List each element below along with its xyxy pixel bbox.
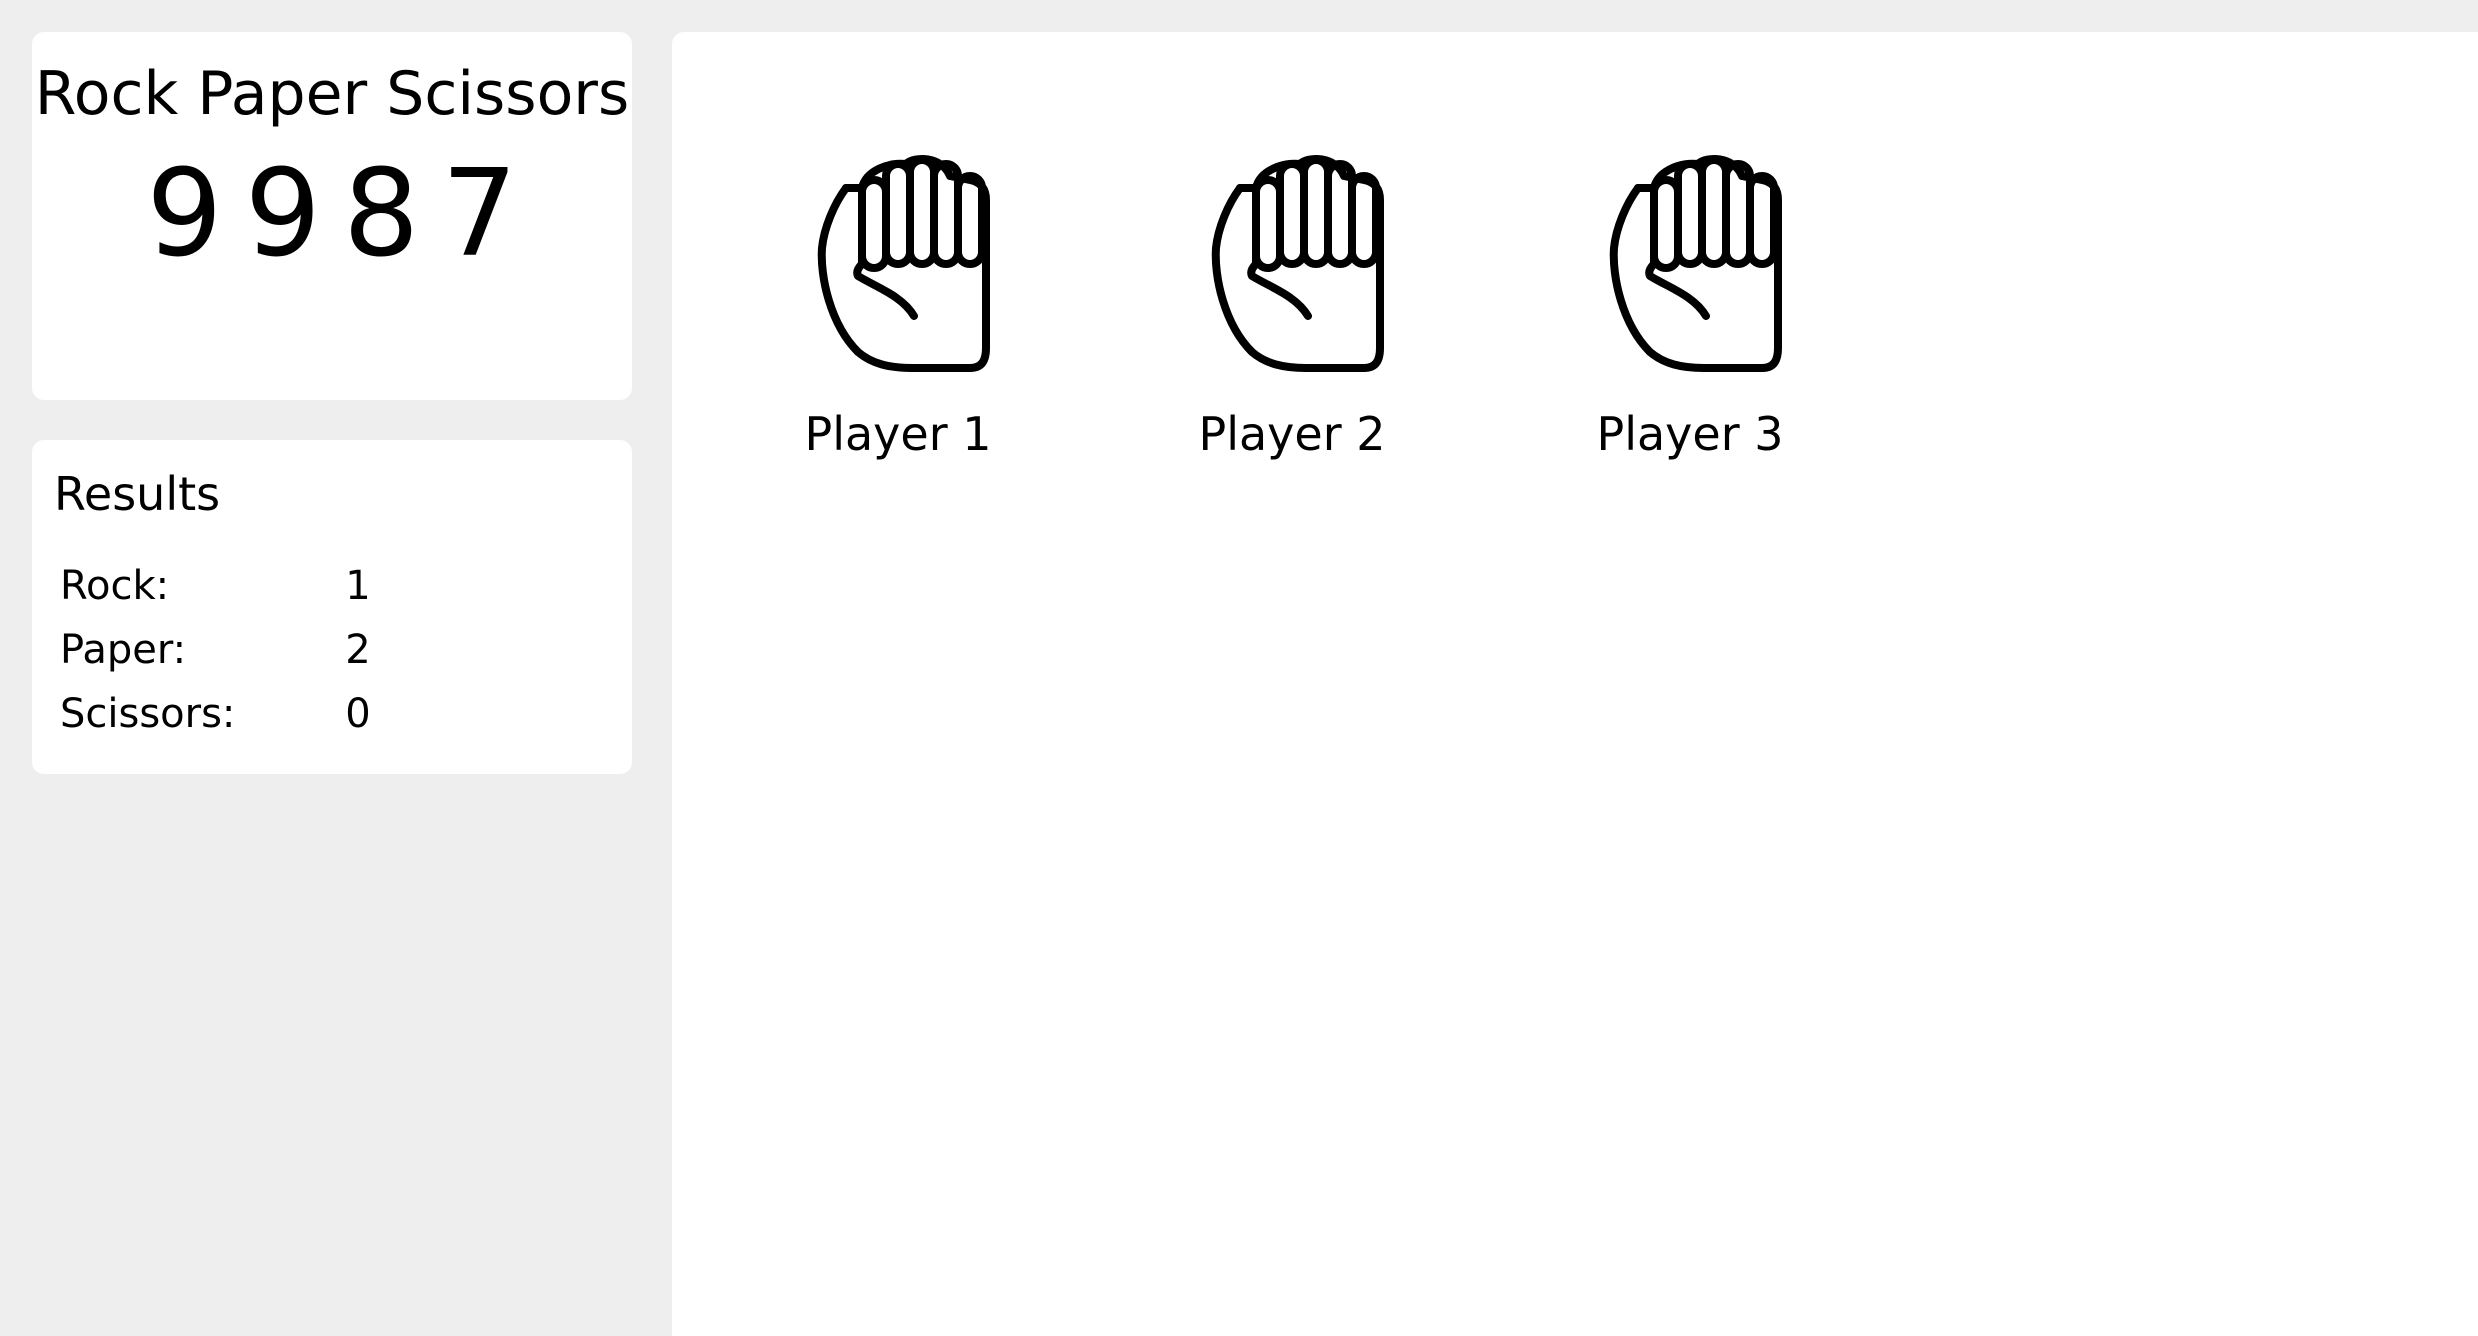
fist-icon (1211, 155, 1384, 372)
fist-icon (1609, 155, 1782, 372)
results-value: 1 (345, 563, 371, 609)
player-card-2: Player 2 (1162, 144, 1422, 464)
results-row-scissors: Scissors: 0 (54, 682, 378, 746)
game-area: Player 1 Player 2 Player 3 (672, 32, 2478, 1336)
player-card-1: Player 1 (768, 144, 1028, 464)
game-title: Rock Paper Scissors (34, 59, 630, 129)
results-row-paper: Paper: 2 (54, 618, 378, 682)
results-row-rock: Rock: 1 (54, 554, 378, 618)
fist-icon (817, 155, 990, 372)
results-label: Paper: (60, 627, 187, 673)
title-card: Rock Paper Scissors 9987 (32, 32, 632, 400)
results-label: Rock: (60, 563, 170, 609)
results-value: 0 (345, 691, 371, 737)
score-counter: 9987 (146, 145, 540, 284)
player-name: Player 1 (804, 407, 992, 461)
results-card: Results Rock: 1 Paper: 2 Scissors: 0 (32, 440, 632, 774)
player-name: Player 3 (1596, 407, 1784, 461)
player-name: Player 2 (1198, 407, 1386, 461)
results-table: Rock: 1 Paper: 2 Scissors: 0 (54, 554, 378, 746)
sidebar: Rock Paper Scissors 9987 Results Rock: 1… (32, 32, 632, 774)
results-value: 2 (345, 627, 371, 673)
results-label: Scissors: (60, 691, 236, 737)
results-heading: Results (54, 467, 221, 521)
player-card-3: Player 3 (1560, 144, 1820, 464)
